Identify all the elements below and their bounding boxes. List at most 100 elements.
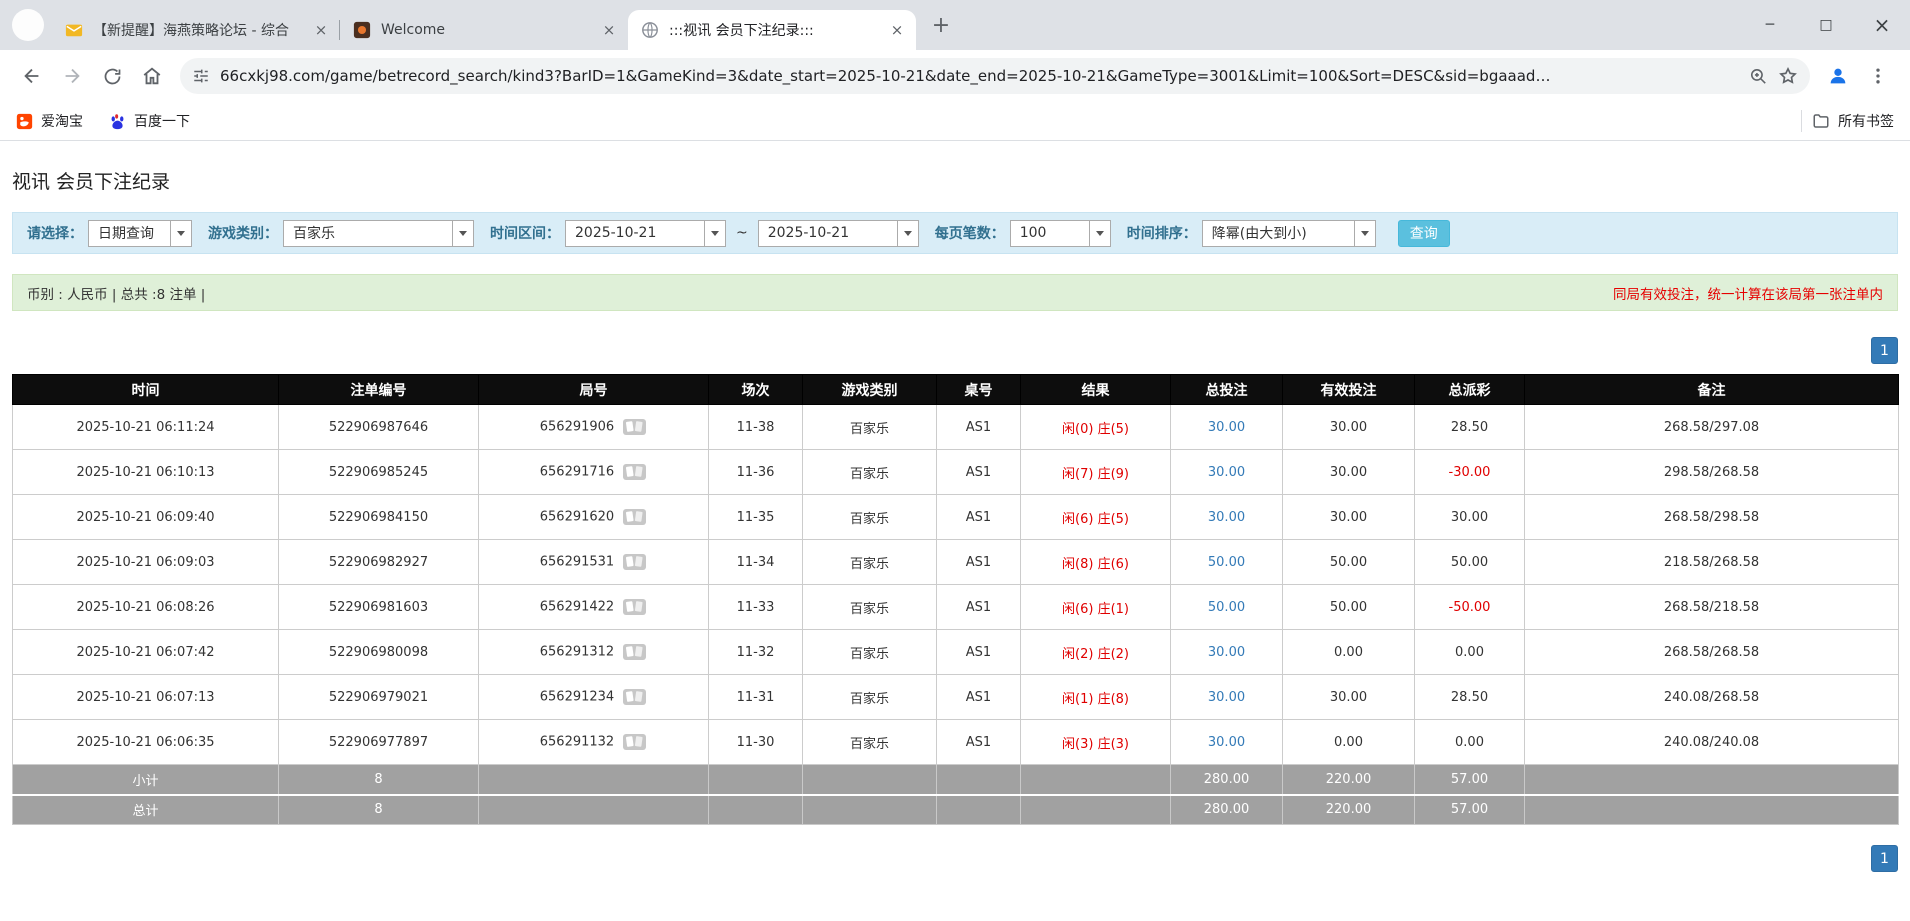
folder-icon [1813, 114, 1829, 128]
cards-icon[interactable] [622, 553, 647, 571]
tab-search-button[interactable] [12, 9, 44, 41]
valid-bet-notice: 同局有效投注，统一计算在该局第一张注单内 [1613, 286, 1883, 303]
forward-button[interactable] [54, 58, 90, 94]
new-tab-button[interactable]: + [924, 8, 958, 42]
per-page-dropdown[interactable]: 100 [1009, 219, 1111, 247]
cell-round: 656291234 [478, 674, 709, 720]
site-settings-icon[interactable] [192, 67, 210, 85]
cell-valid-bet: 30.00 [1282, 404, 1415, 450]
table-row: 2025-10-21 06:08:26 522906981603 6562914… [12, 584, 1899, 630]
pagination-page-1-top[interactable]: 1 [1871, 337, 1898, 364]
tab-close-icon[interactable]: × [310, 19, 332, 41]
cards-icon[interactable] [622, 643, 647, 661]
table-row: 2025-10-21 06:10:13 522906985245 6562917… [12, 449, 1899, 495]
menu-dots-icon[interactable] [1860, 58, 1896, 94]
forum-favicon-icon [64, 20, 84, 40]
cell-result: 闲(2) 庄(2) [1020, 629, 1171, 675]
maximize-button[interactable]: □ [1798, 0, 1854, 50]
browser-tab-welcome[interactable]: Welcome × [339, 10, 628, 50]
total-bet-link[interactable]: 50.00 [1208, 600, 1245, 615]
cell-total-bet: 30.00 [1170, 404, 1283, 450]
page-title: 视讯 会员下注纪录 [12, 171, 171, 193]
cards-icon[interactable] [622, 598, 647, 616]
cell-round: 656291312 [478, 629, 709, 675]
header-bet-id: 注单编号 [278, 374, 479, 405]
cell-payout: 28.50 [1414, 404, 1525, 450]
total-payout: 57.00 [1414, 793, 1525, 825]
cards-icon[interactable] [622, 733, 647, 751]
chevron-down-icon[interactable] [170, 219, 192, 247]
summary-info-bar: 币别 : 人民币 | 总共 :8 注单 | 同局有效投注，统一计算在该局第一张注… [12, 274, 1898, 311]
cell-bet-id: 522906979021 [278, 674, 479, 720]
close-button[interactable]: × [1854, 0, 1910, 50]
header-valid-bet: 有效投注 [1282, 374, 1415, 405]
table-row: 2025-10-21 06:07:42 522906980098 6562913… [12, 629, 1899, 675]
home-button[interactable] [134, 58, 170, 94]
date-range-label: 时间区间： [490, 226, 560, 242]
cards-icon[interactable] [622, 508, 647, 526]
tab-close-icon[interactable]: × [886, 19, 908, 41]
query-type-dropdown[interactable]: 日期查询 [88, 219, 192, 247]
browser-tab-betrecord[interactable]: :::视讯 会员下注纪录::: × [628, 10, 916, 50]
url-text[interactable]: 66cxkj98.com/game/betrecord_search/kind3… [220, 67, 1739, 85]
cell-round: 656291716 [478, 449, 709, 495]
header-payout: 总派彩 [1414, 374, 1525, 405]
cell-payout: 30.00 [1414, 494, 1525, 540]
pagination-page-1-bottom[interactable]: 1 [1871, 845, 1898, 872]
cell-payout: -50.00 [1414, 584, 1525, 630]
cell-game-type: 百家乐 [802, 404, 937, 450]
minimize-button[interactable]: ─ [1742, 0, 1798, 50]
header-time: 时间 [12, 374, 279, 405]
cards-icon[interactable] [622, 688, 647, 706]
cell-time: 2025-10-21 06:08:26 [12, 584, 279, 630]
subtotal-total-bet: 280.00 [1170, 764, 1283, 795]
cell-valid-bet: 30.00 [1282, 674, 1415, 720]
all-bookmarks-label: 所有书签 [1838, 114, 1894, 130]
window-controls: ─ □ × [1742, 0, 1910, 50]
cell-result: 闲(0) 庄(5) [1020, 404, 1171, 450]
cell-session: 11-31 [708, 674, 803, 720]
profile-icon[interactable] [1820, 58, 1856, 94]
tab-close-icon[interactable]: × [598, 19, 620, 41]
browser-tab-forum[interactable]: 【新提醒】海燕策略论坛 - 综合 × [52, 10, 340, 50]
cell-total-bet: 50.00 [1170, 539, 1283, 585]
chevron-down-icon[interactable] [896, 219, 919, 247]
date-start-dropdown[interactable]: 2025-10-21 [565, 219, 726, 247]
cell-payout: 0.00 [1414, 629, 1525, 675]
table-row: 2025-10-21 06:09:03 522906982927 6562915… [12, 539, 1899, 585]
sort-order-dropdown[interactable]: 降幂(由大到小) [1201, 219, 1376, 247]
total-bet-link[interactable]: 30.00 [1208, 420, 1245, 435]
chevron-down-icon[interactable] [704, 219, 726, 247]
total-bet-link[interactable]: 30.00 [1208, 645, 1245, 660]
chevron-down-icon[interactable] [1353, 219, 1376, 247]
cell-table: AS1 [936, 539, 1021, 585]
bookmark-star-icon[interactable] [1778, 66, 1798, 86]
total-bet-link[interactable]: 30.00 [1208, 690, 1245, 705]
cell-note: 240.08/268.58 [1524, 674, 1899, 720]
currency-total-text: 币别 : 人民币 | 总共 :8 注单 | [27, 286, 206, 303]
bet-table-body: 2025-10-21 06:11:24 522906987646 6562919… [12, 404, 1899, 765]
back-button[interactable] [14, 58, 50, 94]
date-end-dropdown[interactable]: 2025-10-21 [757, 219, 919, 247]
cell-total-bet: 30.00 [1170, 629, 1283, 675]
chevron-down-icon[interactable] [452, 219, 474, 247]
total-bet-link[interactable]: 50.00 [1208, 555, 1245, 570]
cell-bet-id: 522906977897 [278, 719, 479, 765]
bookmark-baidu[interactable]: 百度一下 [109, 111, 190, 131]
refresh-button[interactable] [94, 58, 130, 94]
cell-total-bet: 30.00 [1170, 449, 1283, 495]
total-bet-link[interactable]: 30.00 [1208, 465, 1245, 480]
game-type-dropdown[interactable]: 百家乐 [283, 219, 474, 247]
all-bookmarks-button[interactable]: 所有书签 [1812, 111, 1894, 131]
bookmark-taobao[interactable]: 爱淘宝 [16, 111, 83, 131]
search-button[interactable]: 查询 [1397, 219, 1450, 247]
cell-total-bet: 30.00 [1170, 674, 1283, 720]
total-bet-link[interactable]: 30.00 [1208, 510, 1245, 525]
chevron-down-icon[interactable] [1088, 219, 1111, 247]
zoom-icon[interactable] [1749, 67, 1768, 86]
cards-icon[interactable] [622, 418, 647, 436]
url-bar[interactable]: 66cxkj98.com/game/betrecord_search/kind3… [180, 58, 1810, 94]
cards-icon[interactable] [622, 463, 647, 481]
total-bet-link[interactable]: 30.00 [1208, 735, 1245, 750]
cell-payout: 50.00 [1414, 539, 1525, 585]
